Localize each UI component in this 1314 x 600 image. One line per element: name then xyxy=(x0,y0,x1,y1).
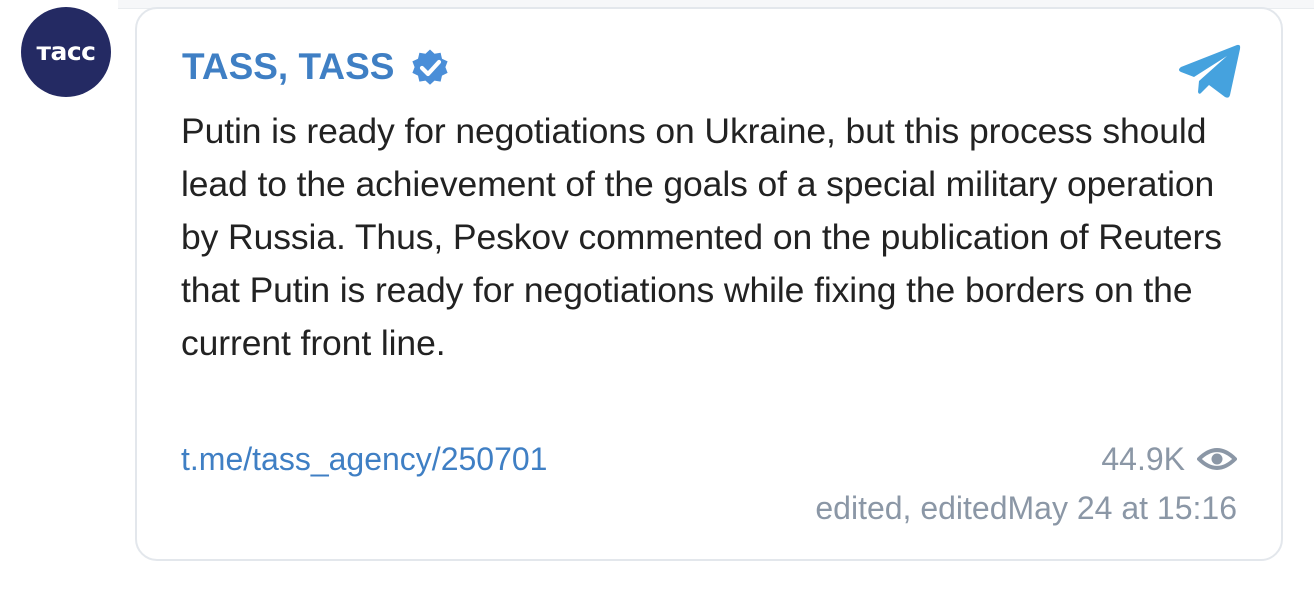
edited-timestamp: edited, editedMay 24 at 15:16 xyxy=(815,490,1237,526)
telegram-icon[interactable] xyxy=(1177,41,1243,99)
avatar[interactable]: тасс xyxy=(21,7,111,97)
telegram-post-embed: тасс TASS, TASS Putin is ready for negot… xyxy=(0,0,1314,600)
post-link[interactable]: t.me/tass_agency/250701 xyxy=(181,437,547,481)
avatar-logo-text: тасс xyxy=(36,36,97,66)
view-count: 44.9K xyxy=(1101,437,1237,481)
post-header: TASS, TASS xyxy=(182,43,450,91)
post-message-text: Putin is ready for negotiations on Ukrai… xyxy=(181,111,1222,363)
channel-name[interactable]: TASS, TASS xyxy=(182,43,394,91)
eye-icon xyxy=(1197,448,1237,470)
verified-badge-icon xyxy=(412,49,449,85)
post-card: TASS, TASS Putin is ready for negotiatio… xyxy=(135,7,1283,561)
view-count-value: 44.9K xyxy=(1101,440,1185,477)
